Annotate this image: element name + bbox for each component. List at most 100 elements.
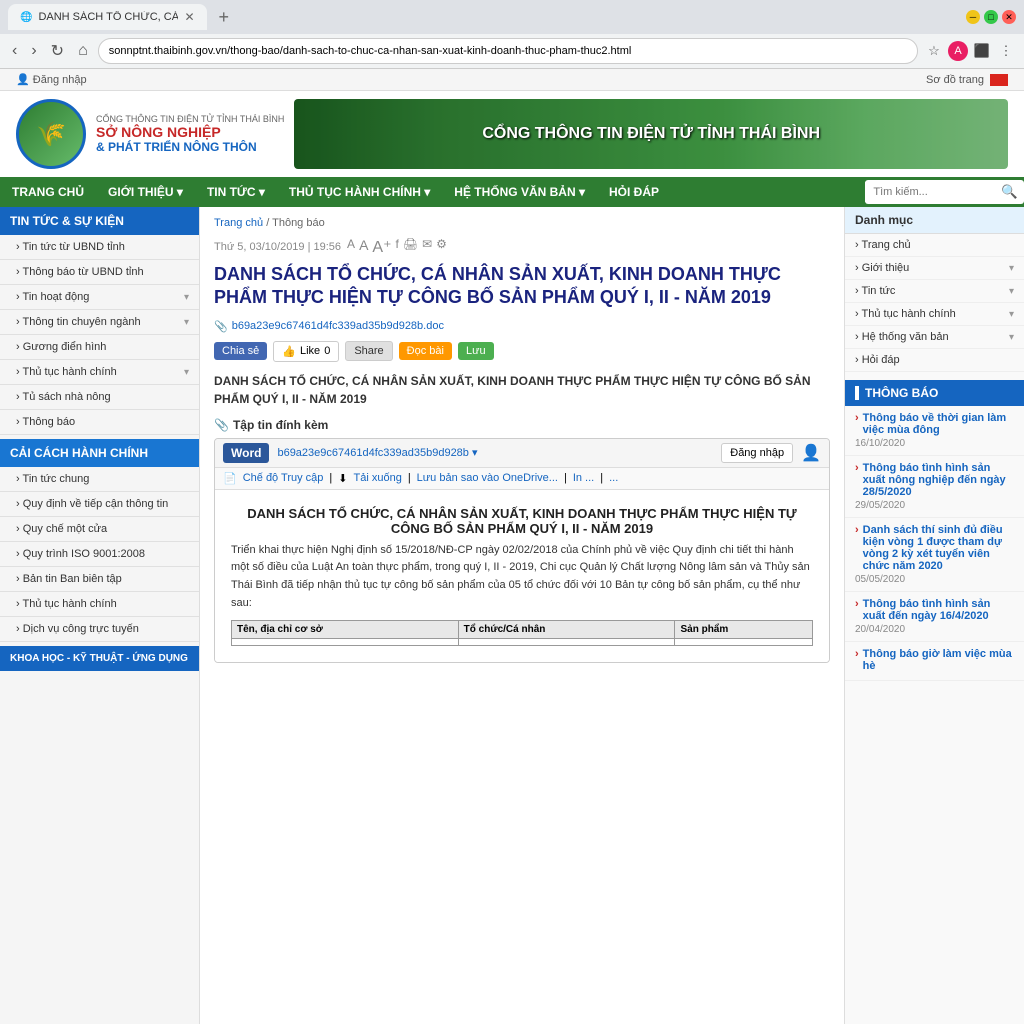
sidebar-item-quytrinhiso[interactable]: › Quy trình ISO 9001:2008 [0,542,199,567]
news-link-5[interactable]: Thông báo giờ làm việc mùa hè [855,648,1014,672]
word-toolbar: Word b69a23e9c67461d4fc339ad35b9d928b ▾ … [215,439,829,468]
breadcrumb-home[interactable]: Trang chủ [214,217,263,229]
share-button[interactable]: Share [345,341,392,361]
table-cell-product [675,639,813,646]
browser-toolbar: ‹ › ↻ ⌂ ☆ A ⬛ ⋮ [0,34,1024,69]
action-separator-3: | [564,472,567,484]
sidebar-item-tinhoatdong[interactable]: › Tin hoạt động▾ [0,285,199,310]
sidebar-item-bantinban[interactable]: › Bản tin Ban biên tập [0,567,199,592]
nav-hethong[interactable]: HỆ THỐNG VĂN BẢN ▾ [442,177,597,207]
search-input[interactable] [865,182,995,202]
sitemap-link[interactable]: Sơ đồ trang [926,74,984,86]
back-button[interactable]: ‹ [8,40,21,62]
sidebar-item-tintucchung[interactable]: › Tin tức chung [0,467,199,492]
tab-close-button[interactable]: ✕ [184,10,194,24]
luu-button[interactable]: Lưu [458,342,494,360]
sidebar-item-quydinh[interactable]: › Quy định về tiếp cận thông tin [0,492,199,517]
toolbar-icons: ☆ A ⬛ ⋮ [924,41,1016,61]
refresh-button[interactable]: ↻ [47,39,68,63]
star-icon[interactable]: ☆ [924,41,944,61]
browser-frame: 🌐 DANH SÁCH TỔ CHỨC, CÁ NH... ✕ + ─ □ ✕ … [0,0,1024,1024]
news-date-4: 20/04/2020 [855,624,1014,635]
word-filename[interactable]: b69a23e9c67461d4fc339ad35b9d928b ▾ [277,446,713,459]
table-cell-name [232,639,459,646]
more-actions-btn[interactable]: ... [609,472,618,484]
word-doc-title: DANH SÁCH TỔ CHỨC, CÁ NHÂN SẢN XUẤT, KIN… [231,506,813,536]
news-date-1: 16/10/2020 [855,438,1014,449]
extension-icon[interactable]: ⬛ [972,41,992,61]
forward-button[interactable]: › [27,40,40,62]
download-btn[interactable]: Tải xuống [354,472,402,484]
sidebar-section-khoahoc: KHOA HỌC - KỸ THUẬT - ỨNG DỤNG [0,646,199,671]
font-large-icon[interactable]: A [359,237,368,257]
content-wrapper: TIN TỨC & SỰ KIỆN › Tin tức từ UBND tỉnh… [0,207,1024,1024]
sidebar-item-tusach[interactable]: › Tủ sách nhà nông [0,385,199,410]
news-link-4[interactable]: Thông báo tình hình sản xuất đến ngày 16… [855,598,1014,622]
file-name: b69a23e9c67461d4fc339ad35b9d928b.doc [232,320,444,332]
right-menu-trangchu[interactable]: › Trang chủ [845,234,1024,257]
language-flag[interactable] [990,74,1008,86]
news-link-2[interactable]: Thông báo tình hình sản xuất nông nghiệp… [855,462,1014,498]
word-login-button[interactable]: Đăng nhập [721,443,793,463]
nav-thutuc[interactable]: THỦ TỤC HÀNH CHÍNH ▾ [277,177,442,207]
sidebar-item-quychemoicua[interactable]: › Quy chế một cửa [0,517,199,542]
sidebar-item-tintuc-ubnd[interactable]: › Tin tức từ UBND tỉnh [0,235,199,260]
sidebar-section-tintuc: TIN TỨC & SỰ KIỆN › Tin tức từ UBND tỉnh… [0,207,199,435]
home-button[interactable]: ⌂ [74,40,92,62]
left-sidebar: TIN TỨC & SỰ KIỆN › Tin tức từ UBND tỉnh… [0,207,200,1024]
print-btn[interactable]: In ... [573,472,594,484]
news-link-3[interactable]: Danh sách thí sinh đủ điều kiện vòng 1 đ… [855,524,1014,572]
breadcrumb: Trang chủ / Thông báo [214,217,830,229]
maximize-button[interactable]: □ [984,10,998,24]
table-cell-org [458,639,675,646]
sidebar-item-thutuchanhchinh[interactable]: › Thủ tục hành chính [0,592,199,617]
right-menu-gioithieu[interactable]: › Giới thiệu▾ [845,257,1024,280]
action-separator-2: | [408,472,411,484]
settings-icon[interactable]: ⋮ [996,41,1016,61]
chia-se-button[interactable]: Chia sẻ [214,342,267,360]
font-small-icon[interactable]: A [347,237,355,257]
share-icon[interactable]: f [396,237,399,257]
sidebar-item-thongtinchuyen[interactable]: › Thông tin chuyên ngành▾ [0,310,199,335]
right-menu-hethong[interactable]: › Hệ thống văn bản▾ [845,326,1024,349]
close-button[interactable]: ✕ [1002,10,1016,24]
print-icon[interactable]: 🖨 [403,237,418,257]
logo-emblem: 🌾 [16,99,86,169]
nav-gioithieu[interactable]: GIỚI THIỆU ▾ [96,177,195,207]
sidebar-header-khoahoc: KHOA HỌC - KỸ THUẬT - ỨNG DỤNG [0,646,199,671]
rss-icon[interactable]: ⚙ [436,237,447,257]
sidebar-item-thongbao-ubnd[interactable]: › Thông báo từ UBND tỉnh [0,260,199,285]
address-bar[interactable] [98,38,918,64]
nav-hoidap[interactable]: HỎI ĐÁP [597,177,671,207]
minimize-button[interactable]: ─ [966,10,980,24]
sidebar-item-dichvucong[interactable]: › Dịch vụ công trực tuyến [0,617,199,642]
news-item-4: Thông báo tình hình sản xuất đến ngày 16… [845,592,1024,642]
search-button[interactable]: 🔍 [995,180,1024,204]
sidebar-item-guongdihinh[interactable]: › Gương điển hình [0,335,199,360]
news-link-1[interactable]: Thông báo về thời gian làm việc mùa đông [855,412,1014,436]
nav-tintuc[interactable]: TIN TỨC ▾ [195,177,277,207]
sidebar-item-thongbao[interactable]: › Thông báo [0,410,199,435]
sidebar-item-thutuchc[interactable]: › Thủ tục hành chính▾ [0,360,199,385]
right-menu-thutuc[interactable]: › Thủ tục hành chính▾ [845,303,1024,326]
table-header-1: Tên, địa chỉ cơ sở [232,621,459,639]
logo-main: SỞ NÔNG NGHIỆP [96,124,284,140]
main-nav: TRANG CHỦ GIỚI THIỆU ▾ TIN TỨC ▾ THỦ TỤC… [0,177,1024,207]
file-link[interactable]: 📎 b69a23e9c67461d4fc339ad35b9d928b.doc [214,320,830,333]
right-menu-tintuc[interactable]: › Tin tức▾ [845,280,1024,303]
docbai-button[interactable]: Đọc bài [399,342,452,360]
save-onedrive-btn[interactable]: Lưu bản sao vào OneDrive... [417,472,558,484]
browser-tab[interactable]: 🌐 DANH SÁCH TỔ CHỨC, CÁ NH... ✕ [8,4,207,30]
new-tab-button[interactable]: + [215,7,234,28]
right-menu-hoidap[interactable]: › Hỏi đáp [845,349,1024,372]
nav-trangchu[interactable]: TRANG CHỦ [0,177,96,207]
email-icon[interactable]: ✉ [422,237,432,257]
article-intro: DANH SÁCH TỔ CHỨC, CÁ NHÂN SẢN XUẤT, KIN… [214,372,830,408]
breadcrumb-current: Thông báo [272,217,325,229]
access-mode-btn[interactable]: Chế độ Truy cập [243,472,324,484]
font-xlarge-icon[interactable]: A⁺ [372,237,391,257]
sidebar-section-caicach: CẢI CÁCH HÀNH CHÍNH › Tin tức chung › Qu… [0,439,199,642]
word-doc-content: Triển khai thực hiện Nghị định số 15/201… [231,542,813,612]
avatar-icon[interactable]: A [948,41,968,61]
login-link[interactable]: 👤 Đăng nhập [16,73,87,86]
